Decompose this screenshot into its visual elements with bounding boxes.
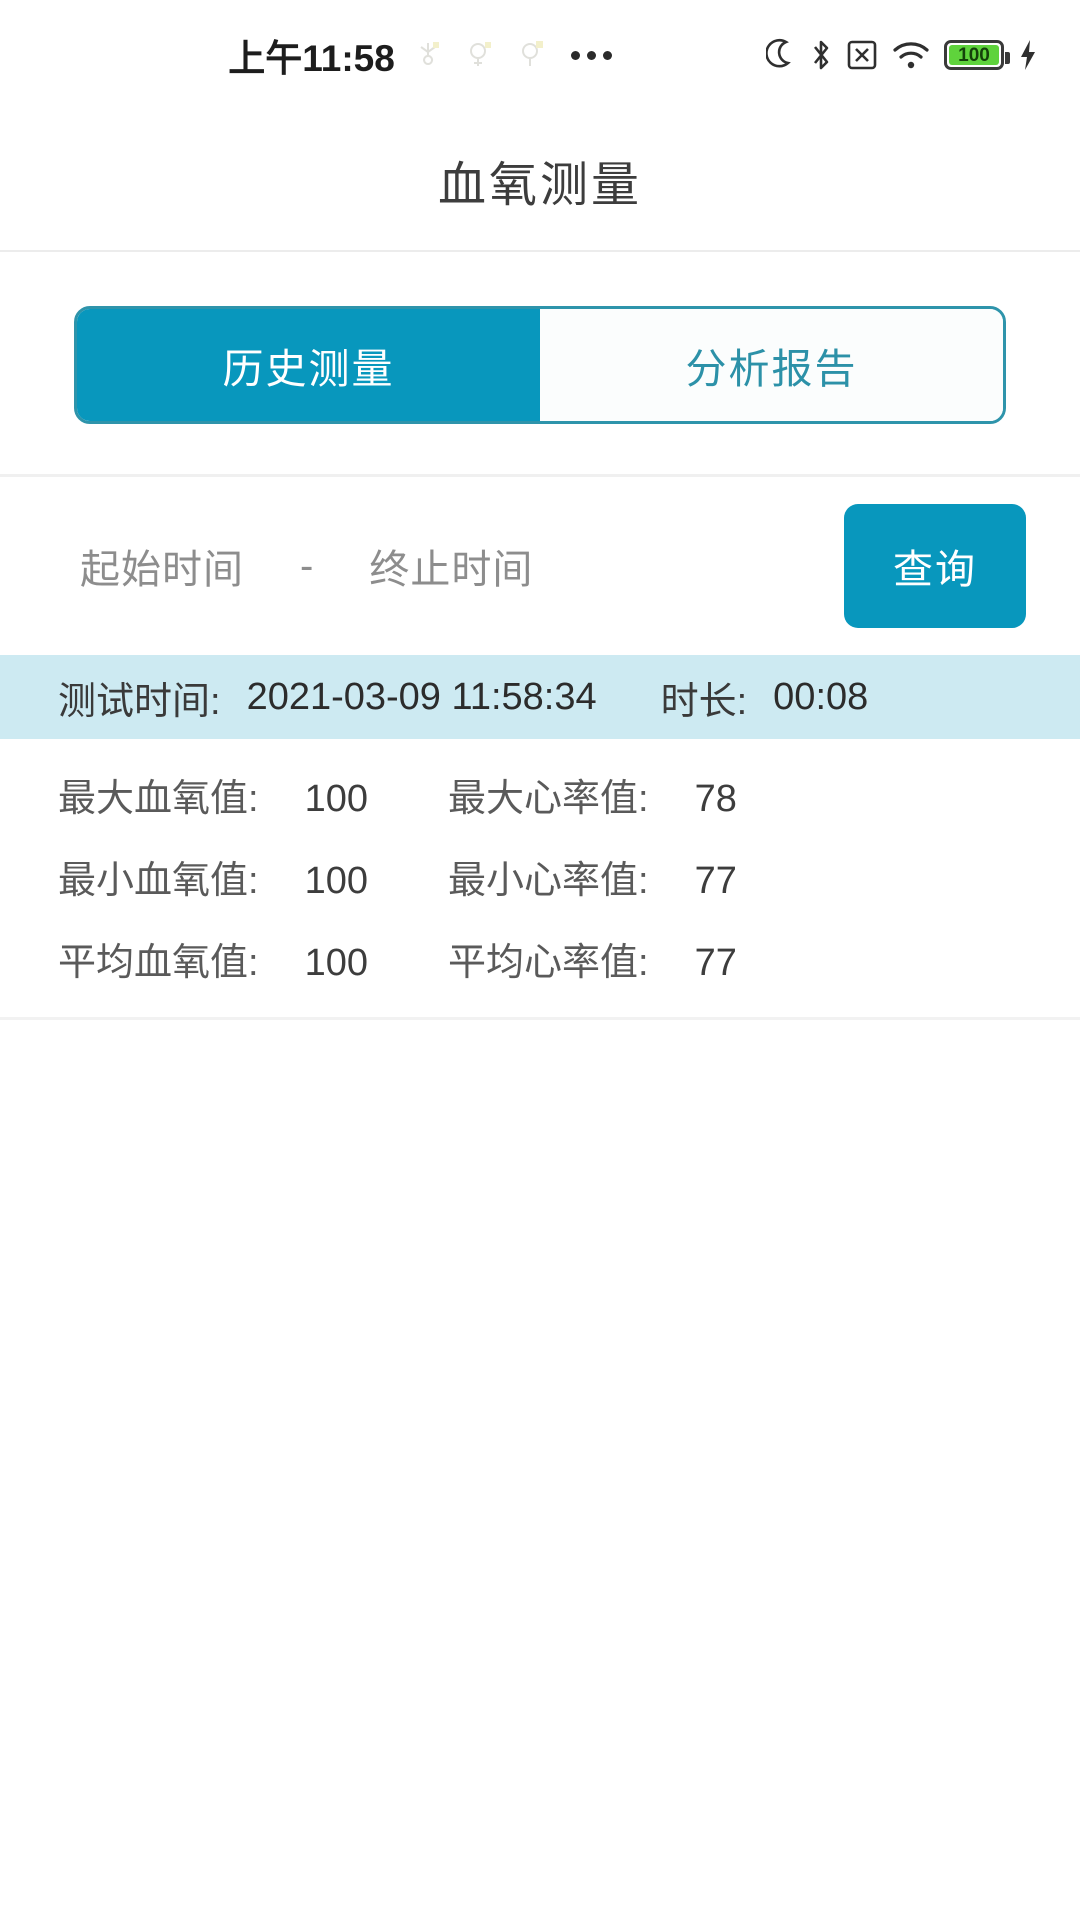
end-time-input[interactable]: 终止时间 bbox=[369, 537, 533, 595]
max-hr-value: 78 bbox=[694, 777, 737, 820]
charging-bolt-icon bbox=[1021, 40, 1035, 70]
min-spo2-label: 最小血氧值: bbox=[58, 859, 259, 902]
avg-hr-value: 77 bbox=[694, 941, 737, 984]
table-row: 最小血氧值: 100 最小心率值: 77 bbox=[0, 835, 1080, 917]
duration-label: 时长: bbox=[660, 680, 748, 723]
bluetooth-icon bbox=[813, 40, 829, 70]
app-glyph-icon bbox=[420, 42, 439, 65]
battery-level-label: 100 bbox=[958, 44, 990, 66]
min-hr-label: 最小心率值: bbox=[448, 859, 649, 902]
avg-spo2-cell: 平均血氧值: 100 bbox=[58, 931, 448, 986]
min-hr-cell: 最小心率值: 77 bbox=[448, 849, 838, 904]
dnd-moon-icon bbox=[766, 38, 791, 68]
app-glyph-icon bbox=[469, 42, 491, 66]
avg-hr-cell: 平均心率值: 77 bbox=[448, 931, 838, 986]
max-spo2-label: 最大血氧值: bbox=[58, 777, 259, 820]
record-header: 测试时间: 2021-03-09 11:58:34 时长: 00:08 bbox=[0, 655, 1080, 739]
max-spo2-cell: 最大血氧值: 100 bbox=[58, 767, 448, 822]
tab-history-measurement-label: 历史测量 bbox=[222, 346, 395, 392]
measurement-record[interactable]: 测试时间: 2021-03-09 11:58:34 时长: 00:08 最大血氧… bbox=[0, 655, 1080, 1020]
page-title: 血氧测量 bbox=[437, 159, 642, 212]
more-notifications-dots-icon bbox=[570, 50, 612, 60]
date-filter-row: 起始时间 - 终止时间 查询 bbox=[0, 477, 1080, 655]
battery-icon: 100 bbox=[944, 40, 1010, 70]
tab-analysis-report[interactable]: 分析报告 bbox=[540, 309, 1003, 421]
record-divider bbox=[0, 1017, 1080, 1020]
test-time-value: 2021-03-09 11:58:34 bbox=[246, 675, 597, 718]
max-hr-label: 最大心率值: bbox=[448, 777, 649, 820]
record-body: 最大血氧值: 100 最大心率值: 78 最小血氧值: 100 最小心率值: 7… bbox=[0, 739, 1080, 1017]
sim-no-card-icon bbox=[847, 40, 877, 70]
max-spo2-value: 100 bbox=[304, 777, 368, 820]
notification-icons bbox=[415, 40, 545, 70]
app-title-bar: 血氧测量 bbox=[0, 110, 1080, 250]
tab-bar: 历史测量 分析报告 bbox=[74, 306, 1006, 424]
max-hr-cell: 最大心率值: 78 bbox=[448, 767, 838, 822]
min-hr-value: 77 bbox=[694, 859, 737, 902]
wifi-icon bbox=[893, 42, 929, 69]
avg-spo2-label: 平均血氧值: bbox=[58, 941, 259, 984]
test-time-label: 测试时间: bbox=[58, 680, 221, 723]
start-time-input[interactable]: 起始时间 bbox=[80, 537, 244, 595]
avg-hr-label: 平均心率值: bbox=[448, 941, 649, 984]
status-bar: 上午11:58 100 bbox=[0, 0, 1080, 110]
table-row: 平均血氧值: 100 平均心率值: 77 bbox=[0, 917, 1080, 999]
min-spo2-cell: 最小血氧值: 100 bbox=[58, 849, 448, 904]
date-range-separator: - bbox=[300, 543, 314, 588]
query-button[interactable]: 查询 bbox=[844, 504, 1026, 628]
app-glyph-icon bbox=[521, 41, 543, 66]
status-bar-right: 100 bbox=[766, 0, 1038, 110]
duration-value: 00:08 bbox=[773, 675, 869, 718]
avg-spo2-value: 100 bbox=[304, 941, 368, 984]
min-spo2-value: 100 bbox=[304, 859, 368, 902]
tab-history-measurement[interactable]: 历史测量 bbox=[77, 309, 540, 421]
table-row: 最大血氧值: 100 最大心率值: 78 bbox=[0, 753, 1080, 835]
status-bar-clock: 上午11:58 bbox=[228, 38, 395, 79]
tab-analysis-report-label: 分析报告 bbox=[685, 346, 858, 392]
tab-bar-container: 历史测量 分析报告 bbox=[0, 252, 1080, 474]
